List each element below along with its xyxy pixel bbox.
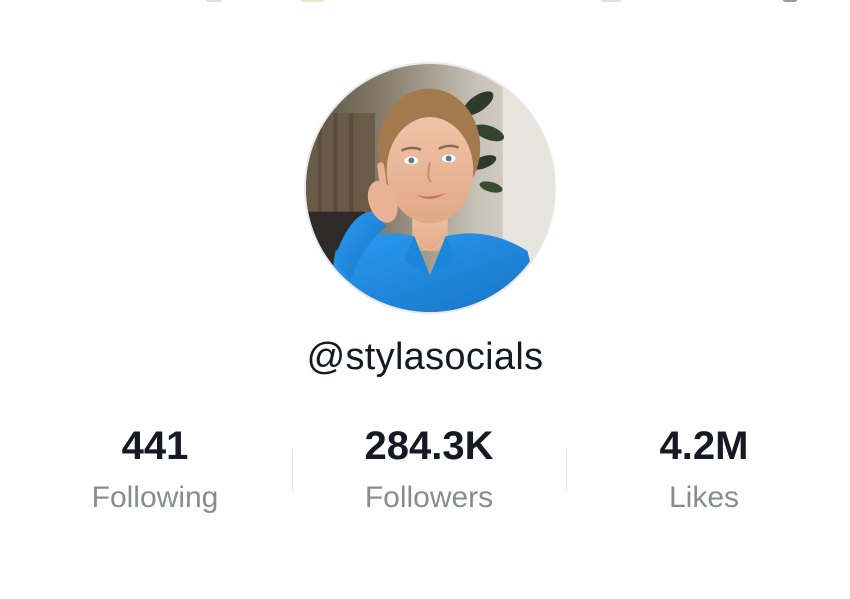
stat-following[interactable]: 441 Following	[25, 420, 285, 518]
stat-following-label: Following	[91, 481, 219, 514]
stat-likes-label: Likes	[668, 481, 740, 514]
stat-divider	[292, 450, 293, 492]
status-bar-remnant	[0, 0, 850, 2]
stat-likes[interactable]: 4.2M Likes	[574, 420, 834, 518]
stat-followers-value: 284.3K	[364, 424, 494, 468]
stat-divider	[566, 450, 567, 492]
stat-likes-value: 4.2M	[659, 424, 749, 468]
profile-username: @stylasocials	[306, 336, 544, 378]
stat-followers-label: Followers	[364, 481, 494, 514]
avatar[interactable]	[304, 62, 556, 314]
profile-stats: 441 Following 284.3K Followers 4.2M Like…	[0, 420, 850, 530]
stat-followers[interactable]: 284.3K Followers	[299, 420, 559, 518]
avatar-photo	[306, 64, 554, 312]
stat-following-value: 441	[121, 424, 189, 468]
